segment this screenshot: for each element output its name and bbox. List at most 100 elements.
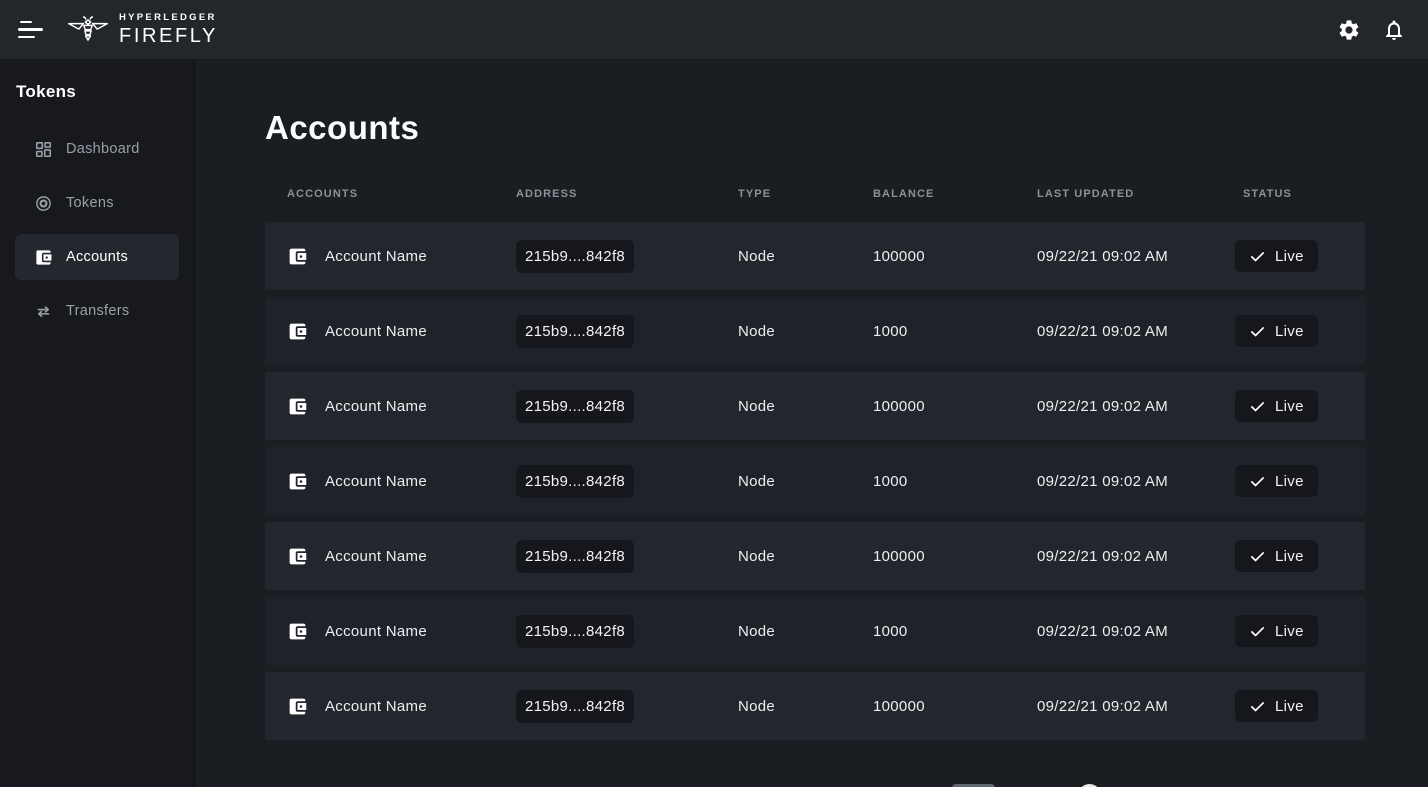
sidebar-item-label: Tokens [66,195,114,211]
last-updated: 09/22/21 09:02 AM [1037,322,1169,340]
brand-hyperledger: HYPERLEDGER [119,12,217,24]
sidebar-item-label: Dashboard [66,141,140,157]
sidebar: Tokens Dashboard Tokens Accounts Transfe… [0,60,195,787]
wallet-icon [287,246,308,267]
sidebar-item-accounts[interactable]: Accounts [15,234,179,280]
address-chip[interactable]: 215b9....842f8 [516,464,634,498]
address-text: 215b9....842f8 [524,397,626,415]
address-text: 215b9....842f8 [524,322,626,340]
address-chip[interactable]: 215b9....842f8 [516,389,634,423]
account-type: Node [738,472,776,490]
accounts-table: ACCOUNTS ADDRESS TYPE BALANCE LAST UPDATED ST… [265,168,1365,740]
top-bar-actions [1337,18,1406,42]
table-header-row: ACCOUNTS ADDRESS TYPE BALANCE LAST UPDATED ST… [265,168,1365,200]
firefly-logo[interactable]: HYPERLEDGER FIREFLY [66,13,218,46]
table-row[interactable]: Account Name 215b9....842f8 Node 100000 … [265,372,1365,440]
address-chip[interactable]: 215b9....842f8 [516,314,634,348]
status-badge: Live [1235,540,1318,572]
table-row[interactable]: Account Name 215b9....842f8 Node 1000 09… [265,447,1365,515]
table-row[interactable]: Account Name 215b9....842f8 Node 100000 … [265,222,1365,290]
address-chip[interactable]: 215b9....842f8 [516,689,634,723]
sidebar-section-title: Tokens [16,82,77,101]
last-updated: 09/22/21 09:02 AM [1037,697,1169,715]
sidebar-item-tokens[interactable]: Tokens [15,180,179,226]
status-text: Live [1275,322,1304,340]
table-body: Account Name 215b9....842f8 Node 100000 … [265,222,1365,740]
app-window: HYPERLEDGER FIREFLY Tokens Dashboard Tok… [0,0,1428,787]
column-header-address: ADDRESS [516,188,578,200]
sidebar-item-dashboard[interactable]: Dashboard [15,126,179,172]
brand-firefly: FIREFLY [119,24,218,47]
top-bar: HYPERLEDGER FIREFLY [0,0,1428,60]
status-text: Live [1275,397,1304,415]
account-name: Account Name [325,322,427,340]
status-badge: Live [1235,615,1318,647]
status-text: Live [1275,697,1304,715]
wallet-icon [287,546,308,567]
account-name: Account Name [325,622,427,640]
status-text: Live [1275,622,1304,640]
status-text: Live [1275,247,1304,265]
status-text: Live [1275,547,1304,565]
address-text: 215b9....842f8 [524,697,626,715]
status-badge: Live [1235,240,1318,272]
account-balance: 100000 [873,397,925,415]
last-updated: 09/22/21 09:02 AM [1037,397,1169,415]
account-type: Node [738,322,776,340]
account-balance: 100000 [873,547,925,565]
tokens-icon [34,194,53,213]
status-badge: Live [1235,690,1318,722]
account-balance: 100000 [873,697,925,715]
address-chip[interactable]: 215b9....842f8 [516,239,634,273]
account-type: Node [738,247,776,265]
table-row[interactable]: Account Name 215b9....842f8 Node 100000 … [265,672,1365,740]
notifications-icon[interactable] [1382,18,1406,42]
address-text: 215b9....842f8 [524,472,626,490]
status-text: Live [1275,472,1304,490]
account-name: Account Name [325,247,427,265]
menu-icon[interactable] [18,16,48,44]
account-balance: 100000 [873,247,925,265]
check-icon [1249,548,1266,565]
account-type: Node [738,547,776,565]
last-updated: 09/22/21 09:02 AM [1037,622,1169,640]
wallet-icon [287,621,308,642]
sidebar-nav: Dashboard Tokens Accounts Transfers [0,126,194,334]
last-updated: 09/22/21 09:02 AM [1037,547,1169,565]
account-type: Node [738,697,776,715]
check-icon [1249,473,1266,490]
wallet-icon [34,248,53,267]
firefly-bee-icon [66,15,110,45]
address-chip[interactable]: 215b9....842f8 [516,539,634,573]
account-name: Account Name [325,697,427,715]
column-header-balance: BALANCE [873,188,935,200]
check-icon [1249,623,1266,640]
last-updated: 09/22/21 09:02 AM [1037,472,1169,490]
main-content: Accounts ACCOUNTS ADDRESS TYPE BALANCE LAST … [195,60,1428,787]
account-balance: 1000 [873,472,908,490]
address-chip[interactable]: 215b9....842f8 [516,614,634,648]
check-icon [1249,248,1266,265]
column-header-type: TYPE [738,188,772,200]
address-text: 215b9....842f8 [524,622,626,640]
account-type: Node [738,622,776,640]
settings-icon[interactable] [1337,18,1361,42]
sidebar-item-transfers[interactable]: Transfers [15,288,179,334]
table-row[interactable]: Account Name 215b9....842f8 Node 1000 09… [265,597,1365,665]
status-badge: Live [1235,315,1318,347]
wallet-icon [287,696,308,717]
account-name: Account Name [325,472,427,490]
check-icon [1249,323,1266,340]
account-name: Account Name [325,547,427,565]
check-icon [1249,398,1266,415]
account-balance: 1000 [873,322,908,340]
column-header-last-updated: LAST UPDATED [1037,188,1135,200]
status-badge: Live [1235,390,1318,422]
table-row[interactable]: Account Name 215b9....842f8 Node 1000 09… [265,297,1365,365]
wallet-icon [287,396,308,417]
column-header-accounts: ACCOUNTS [287,188,359,200]
table-row[interactable]: Account Name 215b9....842f8 Node 100000 … [265,522,1365,590]
page-title: Accounts [265,109,420,146]
address-text: 215b9....842f8 [524,247,626,265]
dashboard-icon [34,140,53,159]
